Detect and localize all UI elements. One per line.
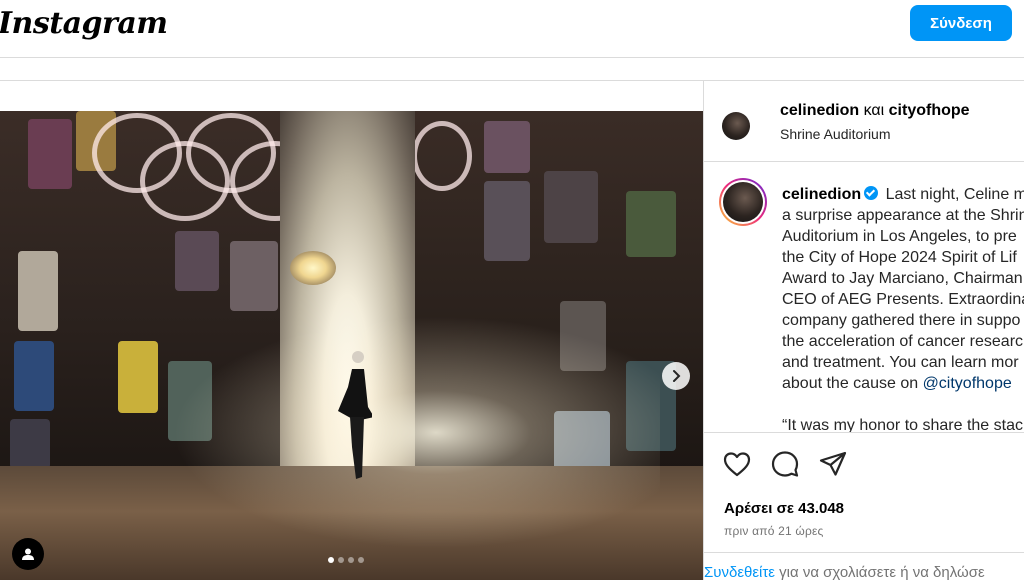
carousel-next-button[interactable] — [662, 362, 690, 390]
poster — [18, 251, 58, 331]
poster — [14, 341, 54, 411]
caption-text-line: about the cause on — [782, 375, 923, 392]
post-side-panel: celinedion και cityofhope Shrine Auditor… — [703, 81, 1024, 580]
poster — [230, 241, 278, 311]
post-timestamp[interactable]: πριν από 21 ώρες — [724, 524, 824, 538]
mention-link[interactable]: @cityofhope — [923, 375, 1012, 392]
poster — [28, 119, 72, 189]
post-actions: Αρέσει σε 43.048 πριν από 21 ώρες — [704, 432, 1024, 552]
spacer — [0, 58, 1024, 80]
user-tag-icon — [22, 548, 34, 560]
post-header: celinedion και cityofhope Shrine Auditor… — [704, 81, 1024, 162]
owner-avatar[interactable] — [722, 112, 750, 140]
comment-login-prompt: Συνδεθείτε για να σχολιάσετε ή να δηλώσε — [704, 552, 1024, 580]
chevron-right-icon — [673, 370, 681, 382]
comment-prompt-text: για να σχολιάσετε ή να δηλώσε — [775, 564, 985, 580]
caption-first-line: celinedion Last night, Celine m — [782, 184, 1024, 205]
login-link[interactable]: Συνδεθείτε — [704, 564, 775, 580]
media-top-spacer — [0, 81, 703, 111]
caption-text-line: Auditorium in Los Angeles, to pre — [782, 228, 1017, 245]
caption-username-link[interactable]: celinedion — [782, 186, 861, 203]
performer-figure — [338, 351, 372, 479]
carousel-dot — [348, 557, 354, 563]
caption-text-line: Last night, Celine m — [885, 186, 1024, 203]
poster — [10, 419, 50, 469]
likes-count[interactable]: Αρέσει σε 43.048 — [724, 500, 844, 517]
poster — [484, 121, 530, 173]
caption-text-line: Award to Jay Marciano, Chairman — [782, 270, 1023, 287]
caption-text-line: CEO of AEG Presents. Extraordina — [782, 291, 1024, 308]
top-nav: Instagram Σύνδεση — [0, 0, 1024, 58]
carousel-dot — [328, 557, 334, 563]
decor-ring — [412, 121, 472, 191]
carousel-dot — [358, 557, 364, 563]
user-tags-button[interactable] — [12, 538, 44, 570]
carousel-indicator — [328, 557, 364, 563]
post-caption: celinedion Last night, Celine m a surpri… — [782, 184, 1024, 432]
heart-icon[interactable] — [722, 449, 752, 479]
spotlight — [290, 251, 336, 285]
avatar — [722, 112, 750, 140]
caption-text-line: the City of Hope 2024 Spirit of Lif — [782, 249, 1017, 266]
share-icon[interactable] — [818, 449, 848, 479]
caption-area: celinedion Last night, Celine m a surpri… — [704, 162, 1024, 432]
avatar-frame — [721, 180, 765, 224]
collaborator-username-link[interactable]: cityofhope — [889, 102, 970, 119]
avatar — [723, 182, 763, 222]
instagram-logo[interactable]: Instagram — [0, 6, 168, 41]
caption-quote-line: “It was my honor to share the stac — [782, 417, 1023, 432]
post-media[interactable] — [0, 111, 703, 580]
owner-username-link[interactable]: celinedion — [780, 102, 859, 119]
caption-avatar[interactable] — [719, 178, 767, 226]
login-button[interactable]: Σύνδεση — [910, 5, 1012, 41]
caption-text-line: and treatment. You can learn mor — [782, 354, 1019, 371]
comment-icon[interactable] — [770, 449, 800, 479]
poster — [175, 231, 219, 291]
poster — [484, 181, 530, 261]
poster — [626, 191, 676, 257]
carousel-dot — [338, 557, 344, 563]
caption-text-line: a surprise appearance at the Shrin — [782, 207, 1024, 224]
light-rays — [100, 311, 660, 580]
post-location-link[interactable]: Shrine Auditorium — [780, 126, 891, 142]
post-container: celinedion και cityofhope Shrine Auditor… — [0, 80, 1024, 580]
post-owners: celinedion και cityofhope — [780, 102, 970, 120]
poster — [544, 171, 598, 243]
caption-text-line: company gathered there in suppo — [782, 312, 1021, 329]
verified-badge-icon — [864, 186, 879, 200]
caption-last-line: about the cause on @cityofhope — [782, 373, 1024, 394]
owners-conjunction: και — [863, 102, 885, 119]
caption-text-line: the acceleration of cancer researc — [782, 333, 1024, 350]
